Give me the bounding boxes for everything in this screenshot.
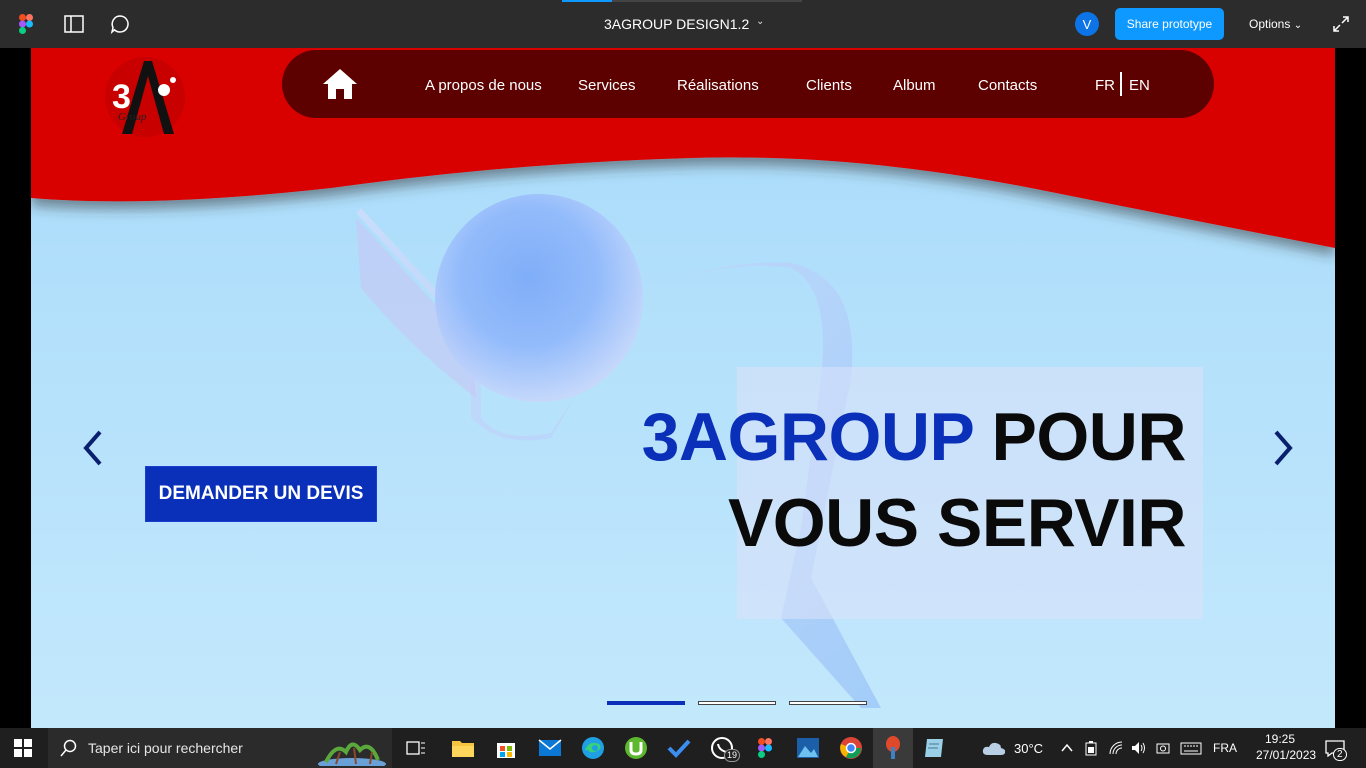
camera-icon[interactable] <box>1155 740 1171 756</box>
options-label: Options <box>1249 17 1291 31</box>
input-language[interactable]: FRA <box>1213 741 1237 755</box>
lang-en[interactable]: EN <box>1129 77 1150 94</box>
chrome-icon[interactable] <box>837 734 865 762</box>
battery-icon[interactable] <box>1083 740 1099 756</box>
loading-progress <box>562 0 802 2</box>
next-slide-icon[interactable] <box>1272 428 1296 468</box>
svg-text:Group: Group <box>118 111 147 123</box>
whatsapp-icon[interactable]: 19 <box>708 734 740 762</box>
search-highlight-icon <box>318 742 386 766</box>
figma-toolbar: 3AGROUP DESIGN1.2 ⌄ V Share prototype Op… <box>0 0 1366 48</box>
temperature[interactable]: 30°C <box>1014 741 1043 756</box>
comment-icon[interactable] <box>108 12 132 36</box>
prototype-frame: 3 Group A propos de nous Services Réalis… <box>31 48 1335 728</box>
hero-headline-line2: VOUS SERVIR <box>727 485 1187 561</box>
hero-brand: 3AGROUP <box>641 399 974 475</box>
options-menu[interactable]: Options ⌄ <box>1249 17 1302 31</box>
nav-item-about[interactable]: A propos de nous <box>425 77 542 94</box>
clock-time: 19:25 <box>1264 732 1296 746</box>
avatar[interactable]: V <box>1075 12 1099 36</box>
mail-icon[interactable] <box>536 734 564 762</box>
hero-headline-line1: 3AGROUP POUR <box>641 398 1187 476</box>
notification-count: 2 <box>1333 748 1347 761</box>
notepad-icon[interactable] <box>920 734 948 762</box>
main-nav: A propos de nous Services Réalisations C… <box>282 50 1214 118</box>
active-app-icon[interactable] <box>873 728 913 768</box>
lang-fr[interactable]: FR <box>1095 77 1115 94</box>
taskbar-search[interactable]: Taper ici pour rechercher <box>48 728 392 768</box>
chevron-down-icon[interactable]: ⌄ <box>756 16 764 27</box>
file-explorer-icon[interactable] <box>449 734 477 762</box>
todo-icon[interactable] <box>665 734 693 762</box>
weather-cloud-icon[interactable] <box>982 740 1006 756</box>
edge-browser-icon[interactable] <box>579 734 607 762</box>
lang-divider <box>1120 72 1122 96</box>
nav-item-services[interactable]: Services <box>578 77 636 94</box>
nav-item-album[interactable]: Album <box>893 77 936 94</box>
chevron-down-icon: ⌄ <box>1293 20 1303 31</box>
photos-icon[interactable] <box>794 734 822 762</box>
clock[interactable]: 19:25 27/01/2023 <box>1256 731 1317 763</box>
chevron-up-icon[interactable] <box>1059 740 1075 756</box>
utorrent-icon[interactable] <box>622 734 650 762</box>
microsoft-store-icon[interactable] <box>492 734 520 762</box>
whatsapp-badge: 19 <box>723 749 740 762</box>
company-logo[interactable]: 3 Group <box>104 56 186 138</box>
file-title[interactable]: 3AGROUP DESIGN1.2 <box>604 16 749 32</box>
figma-logo-icon[interactable] <box>14 12 38 36</box>
nav-item-clients[interactable]: Clients <box>806 77 852 94</box>
search-placeholder: Taper ici pour rechercher <box>88 740 243 756</box>
fullscreen-icon[interactable] <box>1332 15 1350 33</box>
home-icon[interactable] <box>322 68 358 100</box>
search-icon <box>60 739 77 757</box>
slide-indicator-2[interactable] <box>698 701 776 705</box>
wifi-icon[interactable] <box>1108 740 1124 756</box>
slide-indicator-1[interactable] <box>607 701 685 705</box>
figma-app-icon[interactable] <box>751 734 779 762</box>
prev-slide-icon[interactable] <box>80 428 104 468</box>
share-prototype-button[interactable]: Share prototype <box>1115 8 1224 40</box>
nav-item-realisations[interactable]: Réalisations <box>677 77 759 94</box>
sidebar-toggle-icon[interactable] <box>62 12 86 36</box>
task-view-icon[interactable] <box>402 734 430 762</box>
volume-icon[interactable] <box>1131 740 1147 756</box>
clock-date: 27/01/2023 <box>1256 748 1317 762</box>
request-quote-button[interactable]: DEMANDER UN DEVIS <box>145 466 377 522</box>
slide-indicator-3[interactable] <box>789 701 867 705</box>
nav-item-contacts[interactable]: Contacts <box>978 77 1037 94</box>
keyboard-icon[interactable] <box>1180 740 1202 756</box>
hero-line1-rest: POUR <box>973 399 1187 475</box>
windows-taskbar: Taper ici pour rechercher 19 30°C FRA 19… <box>0 728 1366 768</box>
windows-start-icon[interactable] <box>14 739 32 757</box>
